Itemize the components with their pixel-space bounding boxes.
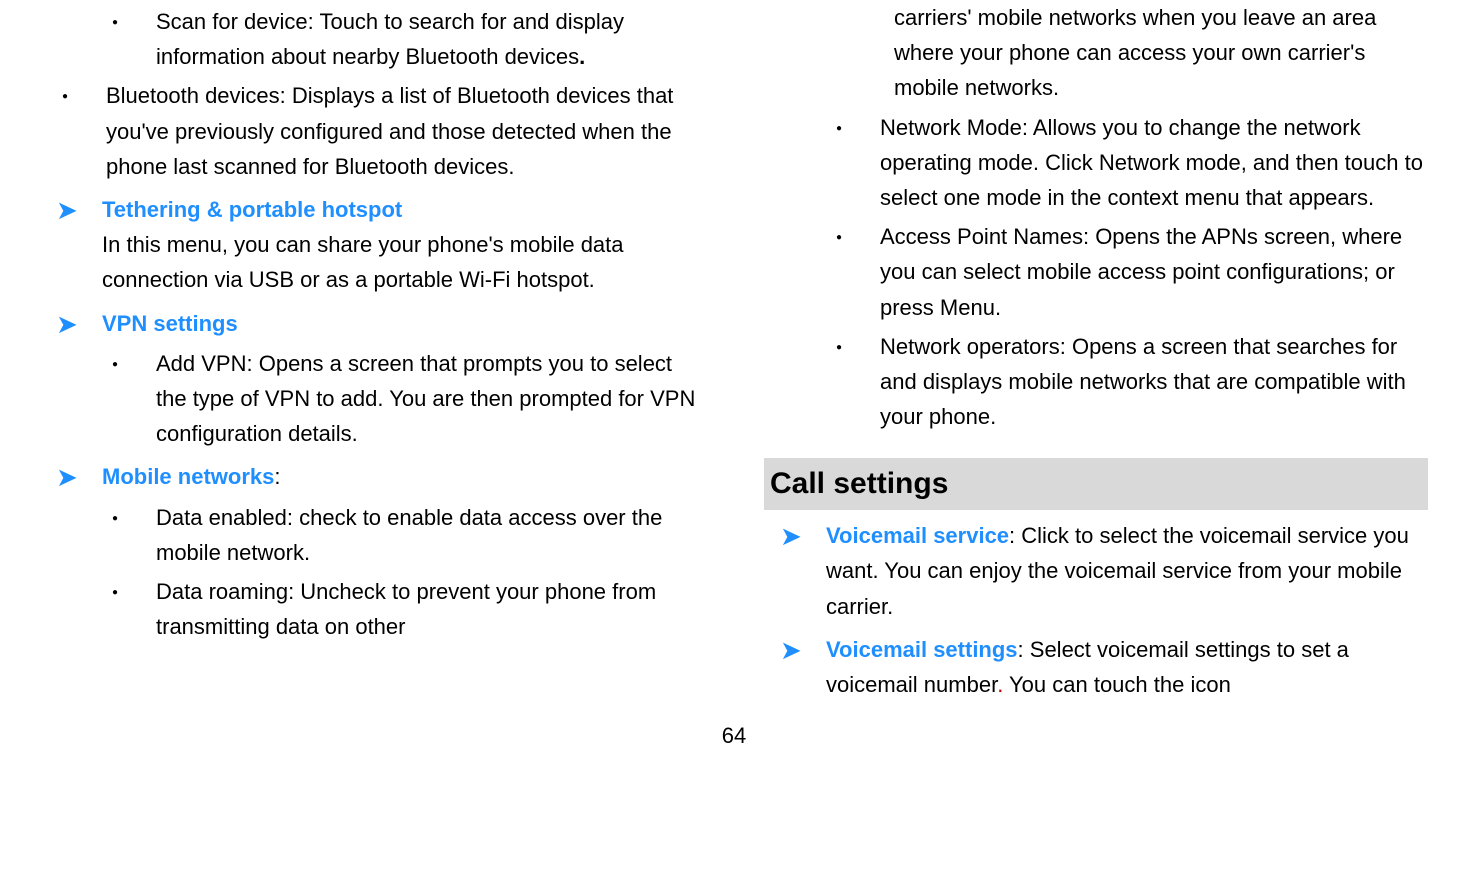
body-text: Add VPN: Opens a screen that prompts you…	[156, 346, 704, 452]
call-settings-heading: Call settings	[764, 458, 1428, 510]
bullet-icon	[824, 219, 880, 325]
body-text: Data roaming: Uncheck to prevent your ph…	[156, 574, 704, 644]
list-item: Access Point Names: Opens the APNs scree…	[824, 219, 1428, 325]
section-title: Mobile networks	[102, 464, 274, 489]
mobile-networks-section: ➤ Mobile networks:	[40, 459, 704, 495]
body-text: Network Mode: Allows you to change the n…	[880, 110, 1428, 216]
left-column: Scan for device: Touch to search for and…	[40, 0, 704, 706]
body-text: In this menu, you can share your phone's…	[102, 227, 704, 297]
body-text: Data enabled: check to enable data acces…	[156, 500, 704, 570]
vpn-section: ➤ VPN settings	[40, 306, 704, 342]
scan-section: Scan for device: Touch to search for and…	[40, 4, 704, 74]
bullet-icon	[824, 110, 880, 216]
body-text: Access Point Names: Opens the APNs scree…	[880, 219, 1428, 325]
bullet-icon	[50, 78, 106, 184]
arrow-icon: ➤	[56, 306, 102, 342]
list-item: Network Mode: Allows you to change the n…	[824, 110, 1428, 216]
arrow-icon: ➤	[780, 632, 826, 702]
bullet-icon	[824, 329, 880, 435]
list-item: Add VPN: Opens a screen that prompts you…	[100, 346, 704, 452]
page-number: 64	[0, 718, 1468, 753]
section-title: Voicemail service	[826, 523, 1009, 548]
section-title: VPN settings	[102, 306, 704, 341]
body-text: Bluetooth devices: Displays a list of Bl…	[106, 78, 704, 184]
body-text: Network operators: Opens a screen that s…	[880, 329, 1428, 435]
bullet-icon	[100, 4, 156, 74]
voicemail-settings-section: ➤ Voicemail settings: Select voicemail s…	[764, 632, 1428, 702]
section-title: Tethering & portable hotspot	[102, 192, 704, 227]
section-title: Voicemail settings	[826, 637, 1018, 662]
bullet-icon	[100, 346, 156, 452]
voicemail-service-section: ➤ Voicemail service: Click to select the…	[764, 518, 1428, 624]
list-item: Data roaming: Uncheck to prevent your ph…	[100, 574, 704, 644]
arrow-icon: ➤	[56, 192, 102, 298]
list-item: Scan for device: Touch to search for and…	[100, 4, 704, 74]
arrow-icon: ➤	[56, 459, 102, 495]
bullet-icon	[100, 574, 156, 644]
roaming-continuation: carriers' mobile networks when you leave…	[894, 0, 1428, 106]
bullet-icon	[100, 500, 156, 570]
arrow-icon: ➤	[780, 518, 826, 624]
list-item: Bluetooth devices: Displays a list of Bl…	[50, 78, 704, 184]
tethering-section: ➤ Tethering & portable hotspot In this m…	[40, 192, 704, 298]
right-column: carriers' mobile networks when you leave…	[764, 0, 1428, 706]
list-item: Data enabled: check to enable data acces…	[100, 500, 704, 570]
body-text: Scan for device: Touch to search for and…	[156, 4, 704, 74]
bluetooth-devices-section: Bluetooth devices: Displays a list of Bl…	[40, 78, 704, 184]
list-item: Network operators: Opens a screen that s…	[824, 329, 1428, 435]
